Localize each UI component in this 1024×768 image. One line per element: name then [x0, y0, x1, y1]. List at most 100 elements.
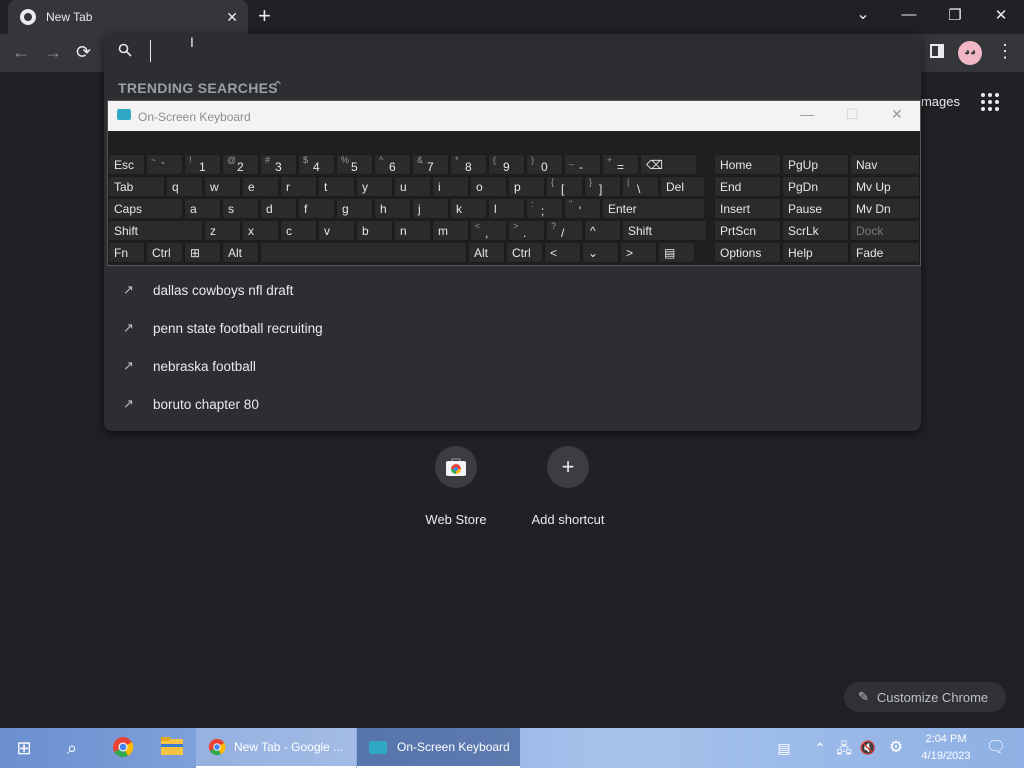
osk-key[interactable]: ~ `: [146, 154, 183, 175]
osk-key[interactable]: Shift: [622, 220, 707, 241]
osk-title-bar[interactable]: On-Screen Keyboard — ☐ ✕: [108, 101, 920, 131]
osk-key[interactable]: {[: [546, 176, 583, 197]
chrome-taskbar-icon[interactable]: [111, 736, 135, 760]
osk-nav-key[interactable]: Fade: [850, 242, 920, 263]
osk-key[interactable]: * 8: [450, 154, 487, 175]
forward-button[interactable]: →: [44, 42, 62, 63]
customize-chrome-button[interactable]: ✎ Customize Chrome: [844, 682, 1006, 712]
osk-nav-key[interactable]: Mv Dn: [850, 198, 920, 219]
osk-key[interactable]: Ctrl: [146, 242, 183, 263]
osk-nav-key[interactable]: PrtScn: [714, 220, 781, 241]
osk-key[interactable]: q: [166, 176, 203, 197]
omnibox-input[interactable]: [150, 40, 850, 62]
chrome-menu-button[interactable]: ⋮: [996, 41, 1014, 62]
osk-key[interactable]: f: [298, 198, 335, 219]
osk-key[interactable]: i: [432, 176, 469, 197]
trending-item[interactable]: ↗ penn state football recruiting: [104, 309, 921, 347]
side-panel-icon[interactable]: [930, 44, 944, 58]
osk-key[interactable]: b: [356, 220, 393, 241]
osk-key[interactable]: ⌄: [582, 242, 619, 263]
osk-key[interactable]: $4: [298, 154, 335, 175]
osk-spacebar[interactable]: [260, 242, 467, 263]
osk-key[interactable]: + =: [602, 154, 639, 175]
osk-key[interactable]: s: [222, 198, 259, 219]
search-taskbar-icon[interactable]: ⌕: [60, 736, 84, 760]
osk-nav-key[interactable]: PgUp: [782, 154, 849, 175]
trending-item[interactable]: ↗ dallas cowboys nfl draft: [104, 271, 921, 309]
osk-nav-key[interactable]: Insert: [714, 198, 781, 219]
osk-key[interactable]: | \: [622, 176, 659, 197]
osk-nav-key[interactable]: Pause: [782, 198, 849, 219]
tab-new-tab[interactable]: New Tab ✕: [8, 0, 248, 34]
osk-nav-key[interactable]: Help: [782, 242, 849, 263]
osk-nav-key[interactable]: Mv Up: [850, 176, 920, 197]
osk-key[interactable]: Enter: [602, 198, 705, 219]
taskbar-chrome-window[interactable]: New Tab - Google ...: [196, 728, 356, 768]
osk-key[interactable]: Del: [660, 176, 705, 197]
osk-key[interactable]: <,: [470, 220, 507, 241]
osk-key[interactable]: & 7: [412, 154, 449, 175]
osk-nav-key[interactable]: Options: [714, 242, 781, 263]
taskbar-osk-window[interactable]: On-Screen Keyboard: [357, 728, 520, 768]
osk-key[interactable]: " ': [564, 198, 601, 219]
osk-key[interactable]: ! 1: [184, 154, 221, 175]
osk-key[interactable]: m: [432, 220, 469, 241]
osk-key[interactable]: >: [620, 242, 657, 263]
back-button[interactable]: ←: [12, 42, 30, 63]
osk-nav-key[interactable]: End: [714, 176, 781, 197]
osk-close-button[interactable]: ✕: [891, 106, 903, 123]
osk-key[interactable]: t: [318, 176, 355, 197]
reload-button[interactable]: ⟳: [76, 42, 91, 63]
osk-key[interactable]: e: [242, 176, 279, 197]
settings-gear-icon[interactable]: ⚙: [884, 736, 908, 760]
osk-key[interactable]: j: [412, 198, 449, 219]
trending-item[interactable]: ↗ boruto chapter 80: [104, 385, 921, 423]
news-widget-icon[interactable]: ▤: [772, 736, 796, 760]
shortcut-web-store[interactable]: Web Store: [416, 446, 496, 527]
shortcut-add[interactable]: + Add shortcut: [528, 446, 608, 527]
tab-close-button[interactable]: ✕: [226, 9, 238, 26]
osk-key[interactable]: :;: [526, 198, 563, 219]
osk-key[interactable]: w: [204, 176, 241, 197]
osk-key[interactable]: h: [374, 198, 411, 219]
osk-key[interactable]: (9: [488, 154, 525, 175]
osk-key[interactable]: _ -: [564, 154, 601, 175]
osk-key[interactable]: o: [470, 176, 507, 197]
network-icon[interactable]: 🖧: [832, 736, 856, 760]
osk-key[interactable]: Tab: [108, 176, 165, 197]
new-tab-button[interactable]: +: [258, 4, 271, 28]
osk-nav-key[interactable]: Home: [714, 154, 781, 175]
osk-key[interactable]: Fn: [108, 242, 145, 263]
osk-key[interactable]: c: [280, 220, 317, 241]
osk-minimize-button[interactable]: —: [800, 106, 814, 122]
osk-key[interactable]: }]: [584, 176, 621, 197]
osk-key[interactable]: p: [508, 176, 545, 197]
osk-key[interactable]: l: [488, 198, 525, 219]
osk-key[interactable]: Caps: [108, 198, 183, 219]
osk-nav-key[interactable]: Dock: [850, 220, 920, 241]
osk-key[interactable]: v: [318, 220, 355, 241]
trending-item[interactable]: ↗ nebraska football: [104, 347, 921, 385]
osk-key[interactable]: Esc: [108, 154, 145, 175]
osk-key[interactable]: ▤: [658, 242, 695, 263]
osk-key[interactable]: k: [450, 198, 487, 219]
close-window-button[interactable]: ✕: [991, 6, 1011, 24]
osk-nav-key[interactable]: ScrLk: [782, 220, 849, 241]
volume-muted-icon[interactable]: 🔇: [856, 736, 880, 760]
osk-key[interactable]: z: [204, 220, 241, 241]
osk-key[interactable]: ^: [584, 220, 621, 241]
osk-key[interactable]: Shift: [108, 220, 203, 241]
osk-key[interactable]: ^ 6: [374, 154, 411, 175]
osk-key[interactable]: x: [242, 220, 279, 241]
osk-key[interactable]: Alt: [468, 242, 505, 263]
osk-key[interactable]: ? /: [546, 220, 583, 241]
osk-key[interactable]: % 5: [336, 154, 373, 175]
osk-key[interactable]: ) 0: [526, 154, 563, 175]
minimize-button[interactable]: —: [899, 6, 919, 23]
osk-nav-key[interactable]: PgDn: [782, 176, 849, 197]
osk-key[interactable]: >.: [508, 220, 545, 241]
osk-key[interactable]: u: [394, 176, 431, 197]
show-hidden-icons-icon[interactable]: ⌃: [808, 736, 832, 760]
osk-key[interactable]: @2: [222, 154, 259, 175]
profile-avatar[interactable]: ◕◕: [958, 41, 982, 65]
